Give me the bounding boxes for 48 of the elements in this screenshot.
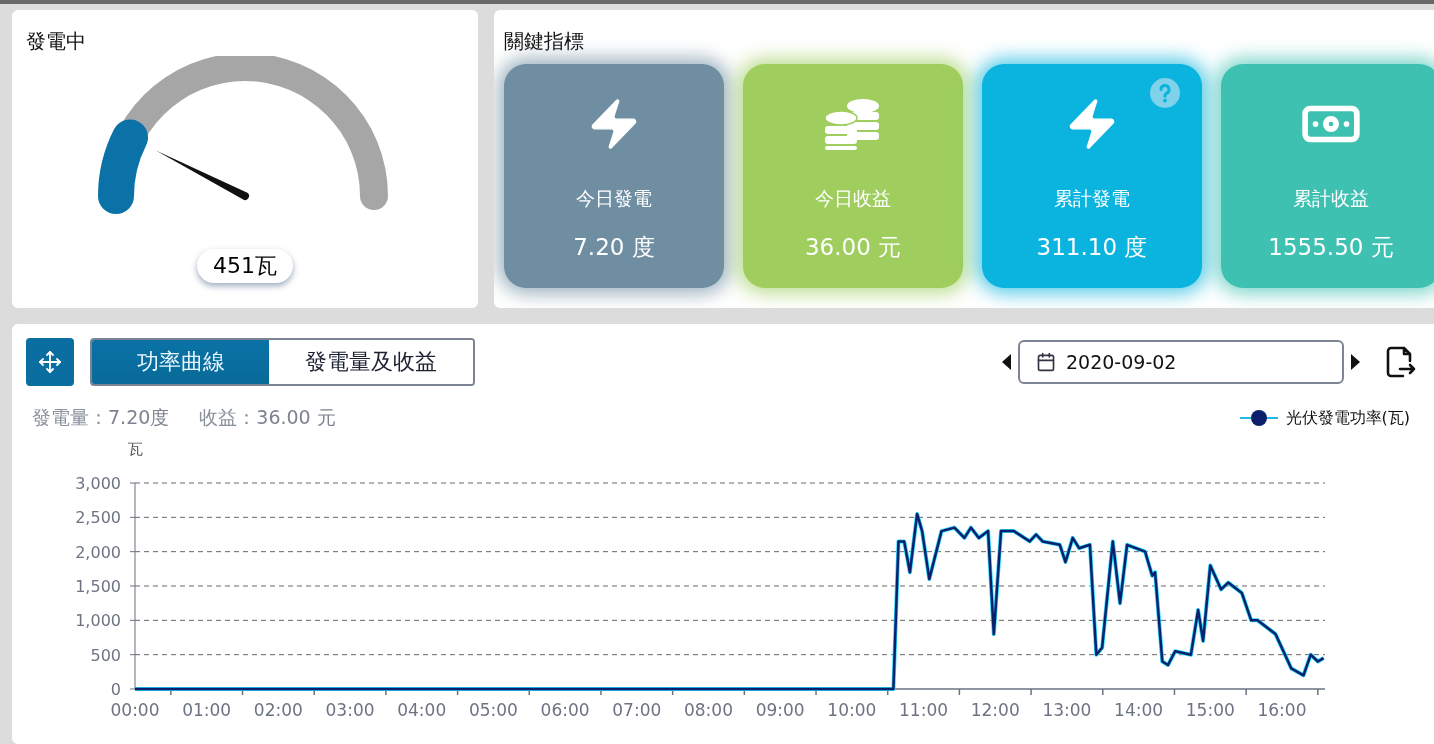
x-axis-label: 02:00: [253, 700, 303, 720]
previous-caret-icon[interactable]: [1002, 354, 1012, 370]
y-axis-label: 1,500: [75, 577, 121, 596]
x-axis-label: 05:00: [468, 700, 518, 720]
x-axis-label: 06:00: [540, 700, 590, 720]
y-axis-label: 2,500: [75, 508, 121, 528]
y-axis-unit: 瓦: [127, 440, 143, 458]
x-axis-label: 15:00: [1185, 700, 1235, 720]
date-field[interactable]: 2020-09-02: [1018, 340, 1344, 384]
y-axis-label: 2,000: [75, 542, 121, 562]
x-axis-label: 12:00: [970, 700, 1020, 720]
move-button[interactable]: [26, 338, 74, 386]
x-axis-label: 16:00: [1257, 700, 1307, 720]
x-axis-label: 03:00: [325, 700, 375, 720]
x-axis-label: 13:00: [1042, 700, 1092, 720]
x-axis-label: 07:00: [612, 700, 662, 720]
x-axis-label: 04:00: [397, 700, 447, 720]
x-axis-label: 09:00: [755, 700, 805, 720]
metric-value: 311.10 度: [1036, 233, 1148, 262]
metric-label: 累計收益: [1293, 186, 1369, 211]
x-axis-label: 10:00: [827, 700, 877, 720]
legend-label: 光伏發電功率(瓦): [1285, 407, 1410, 429]
y-axis-label: 0: [110, 680, 121, 699]
metric-value: 7.20 度: [573, 233, 655, 262]
move-icon: [38, 350, 62, 374]
legend-line-marker-icon: [1239, 409, 1278, 427]
calendar-icon: [1036, 352, 1056, 372]
card-title: 發電中: [26, 28, 86, 55]
export-file-icon[interactable]: [1386, 346, 1416, 378]
x-axis-label: 11:00: [899, 700, 949, 720]
x-axis-label: 14:00: [1114, 700, 1164, 720]
x-axis-label: 08:00: [684, 700, 733, 720]
metric-value: 1555.50 元: [1268, 233, 1394, 262]
metric-label: 累計發電: [1054, 186, 1130, 211]
metric-label: 今日發電: [576, 186, 652, 211]
metric-value: 36.00 元: [804, 233, 902, 262]
y-axis-label: 500: [90, 645, 121, 665]
chart-tab[interactable]: 功率曲線: [92, 340, 269, 384]
x-axis-label: 01:00: [182, 700, 232, 720]
summary-text: 發電量：7.20度: [32, 405, 170, 430]
next-caret-icon[interactable]: [1350, 354, 1360, 370]
panel-title: 關鍵指標: [504, 28, 585, 55]
summary-text: 收益：36.00 元: [199, 405, 336, 430]
metric-label: 今日收益: [815, 186, 891, 211]
x-axis-label: 00:00: [110, 700, 160, 720]
y-axis-label: 1,000: [75, 611, 121, 631]
power-reading: 451瓦: [197, 249, 293, 283]
y-axis-label: 3,000: [75, 474, 121, 493]
